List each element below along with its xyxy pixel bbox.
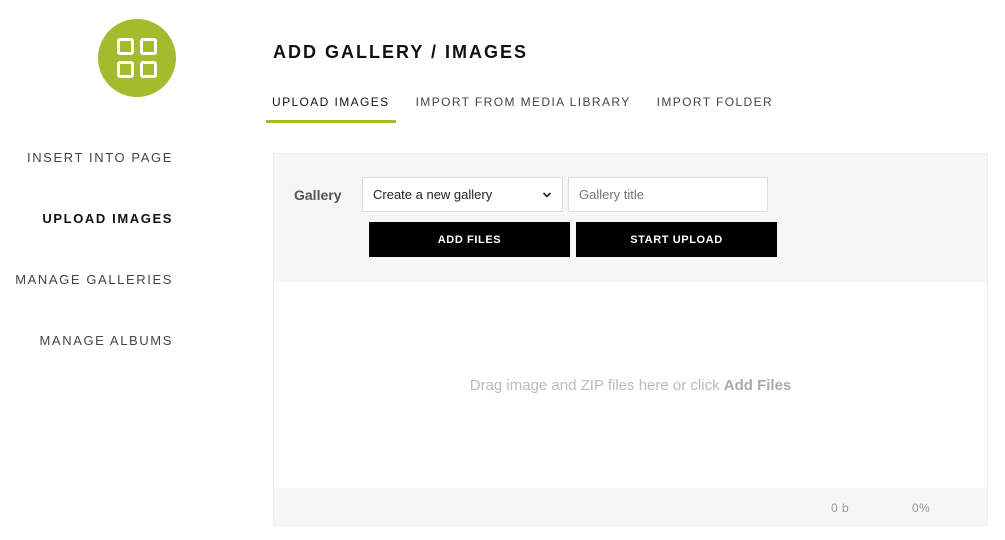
sidebar-nav: INSERT INTO PAGE UPLOAD IMAGES MANAGE GA… [0,150,173,394]
upload-percent: 0% [912,501,931,515]
tab-upload-images[interactable]: UPLOAD IMAGES [266,93,396,123]
upload-buttons: ADD FILES START UPLOAD [369,222,783,257]
gallery-select-value: Create a new gallery [373,187,493,202]
upload-size: 0 b [831,501,850,515]
tab-import-folder[interactable]: IMPORT FOLDER [651,93,779,123]
gallery-row: Gallery Create a new gallery [294,177,768,212]
tab-import-from-media-library[interactable]: IMPORT FROM MEDIA LIBRARY [410,93,637,123]
page-title: ADD GALLERY / IMAGES [273,42,529,62]
tab-bar: UPLOAD IMAGES IMPORT FROM MEDIA LIBRARY … [266,93,793,123]
sidebar-item-manage-galleries[interactable]: MANAGE GALLERIES [0,272,173,333]
page: INSERT INTO PAGE UPLOAD IMAGES MANAGE GA… [0,0,1005,540]
drop-zone-text: Drag image and ZIP files here or click A… [470,377,792,394]
chevron-down-icon [542,191,552,198]
gallery-label: Gallery [294,186,342,203]
drop-zone-instructions: Drag image and ZIP files here or click [469,376,720,394]
start-upload-button[interactable]: START UPLOAD [576,222,777,257]
add-files-link[interactable]: Add Files [724,377,792,394]
add-files-button[interactable]: ADD FILES [369,222,570,257]
sidebar-item-manage-albums[interactable]: MANAGE ALBUMS [0,333,173,394]
logo [98,19,176,97]
drop-zone[interactable]: Drag image and ZIP files here or click A… [274,282,987,488]
gallery-select[interactable]: Create a new gallery [362,177,563,212]
gallery-title-input[interactable] [568,177,768,212]
sidebar-item-upload-images[interactable]: UPLOAD IMAGES [0,211,173,272]
upload-status-bar: 0 b 0% [274,488,987,526]
sidebar-item-insert-into-page[interactable]: INSERT INTO PAGE [0,150,173,211]
grid-icon [117,38,157,78]
upload-panel: Gallery Create a new gallery ADD FILES S… [273,153,988,526]
